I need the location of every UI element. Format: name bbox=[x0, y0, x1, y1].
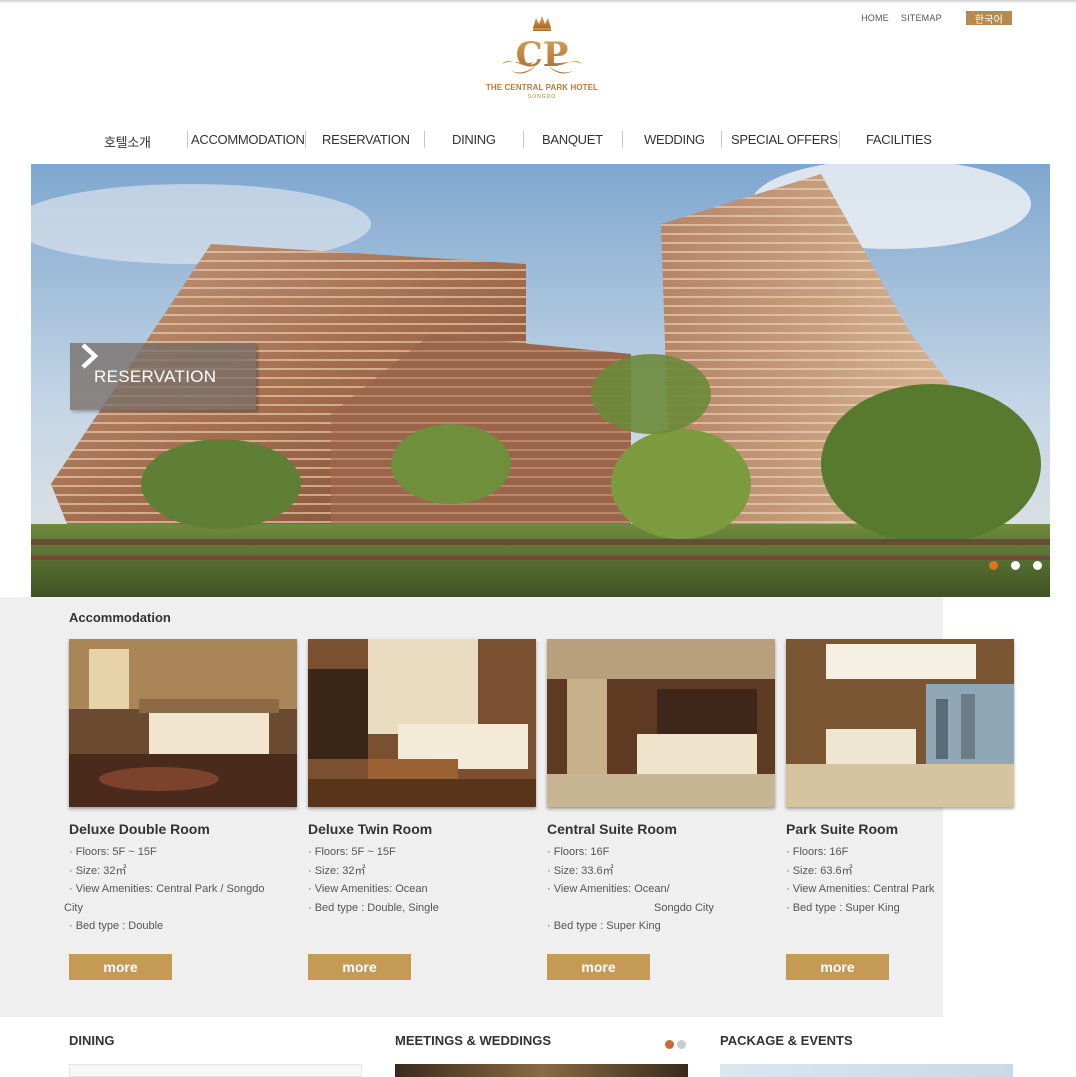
more-button[interactable]: more bbox=[786, 954, 889, 980]
home-link[interactable]: HOME bbox=[861, 13, 889, 23]
hotel-logo[interactable]: CP THE CENTRAL PARK HOTEL SONGDO bbox=[483, 14, 601, 110]
main-navigation: 호텔소개 ACCOMMODATION RESERVATION DINING BA… bbox=[80, 128, 950, 152]
spec-view: · View Amenities: Central Park / Songdo bbox=[69, 883, 265, 895]
spec-size: · Size: 63.6㎡ bbox=[786, 864, 853, 877]
room-name: Park Suite Room bbox=[786, 821, 899, 837]
spec-view: · View Amenities: Central Park bbox=[786, 883, 935, 895]
room-card-deluxe-double: Deluxe Double Room · Floors: 5F ~ 15F · … bbox=[64, 639, 297, 980]
spec-floors: · Floors: 5F ~ 15F bbox=[69, 846, 157, 858]
meetings-image[interactable] bbox=[395, 1064, 688, 1077]
meetings-dot-2[interactable] bbox=[677, 1040, 686, 1049]
spec-bed: · Bed type : Double bbox=[69, 920, 164, 932]
utility-nav: HOME SITEMAP 한국어 bbox=[849, 11, 1012, 26]
spec-floors: · Floors: 16F bbox=[547, 846, 610, 858]
package-events-title[interactable]: PACKAGE & EVENTS bbox=[720, 1033, 853, 1048]
chevron-right-icon bbox=[81, 343, 98, 369]
room-name: Central Suite Room bbox=[547, 821, 677, 837]
room-specs: · Floors: 16F · Size: 33.6㎡ · View Ameni… bbox=[547, 843, 775, 936]
dining-title[interactable]: DINING bbox=[69, 1033, 115, 1048]
nav-item-banquet[interactable]: BANQUET bbox=[542, 132, 603, 147]
nav-item-dining[interactable]: DINING bbox=[452, 132, 496, 147]
spec-view: · View Amenities: Ocean bbox=[308, 883, 428, 895]
nav-separator bbox=[839, 131, 840, 148]
slider-pagination bbox=[989, 561, 1042, 570]
nav-item-reservation[interactable]: RESERVATION bbox=[322, 132, 410, 147]
nav-separator bbox=[305, 131, 306, 148]
spec-bed: · Bed type : Super King bbox=[547, 920, 661, 932]
dining-image[interactable] bbox=[69, 1064, 362, 1077]
logo-location: SONGDO bbox=[527, 94, 557, 100]
nav-item-wedding[interactable]: WEDDING bbox=[644, 132, 705, 147]
meetings-dot-1[interactable] bbox=[665, 1040, 674, 1049]
nav-item-hotel-intro[interactable]: 호텔소개 bbox=[104, 132, 151, 151]
svg-text:CP: CP bbox=[516, 35, 569, 75]
spec-size: · Size: 32㎡ bbox=[69, 864, 127, 877]
room-card-deluxe-twin: Deluxe Twin Room · Floors: 5F ~ 15F · Si… bbox=[308, 639, 536, 980]
slider-dot-3[interactable] bbox=[1033, 561, 1042, 570]
nav-item-facilities[interactable]: FACILITIES bbox=[866, 132, 932, 147]
meetings-weddings-title[interactable]: MEETINGS & WEDDINGS bbox=[395, 1033, 551, 1048]
nav-separator bbox=[622, 131, 623, 148]
reservation-banner-button[interactable]: RESERVATION bbox=[70, 343, 256, 410]
spec-bed: · Bed type : Super King bbox=[786, 901, 900, 914]
logo-hotel-name: THE CENTRAL PARK HOTEL bbox=[485, 83, 599, 92]
top-rule bbox=[0, 0, 1076, 3]
package-image[interactable] bbox=[720, 1064, 1013, 1077]
room-photo[interactable] bbox=[786, 639, 1014, 807]
more-button[interactable]: more bbox=[308, 954, 411, 980]
more-button[interactable]: more bbox=[547, 954, 650, 980]
room-specs: · Floors: 5F ~ 15F · Size: 32㎡ · View Am… bbox=[308, 843, 536, 917]
slider-dot-1[interactable] bbox=[989, 561, 998, 570]
accommodation-title: Accommodation bbox=[69, 610, 171, 625]
language-button[interactable]: 한국어 bbox=[965, 11, 1012, 26]
spec-bed: · Bed type : Double, Single bbox=[308, 901, 439, 914]
nav-item-special-offers[interactable]: SPECIAL OFFERS bbox=[731, 132, 838, 147]
spec-size: · Size: 33.6㎡ bbox=[547, 864, 614, 877]
room-specs: · Floors: 5F ~ 15F · Size: 32㎡ · View Am… bbox=[64, 843, 297, 936]
meetings-slider-dots bbox=[665, 1040, 686, 1049]
more-button[interactable]: more bbox=[69, 954, 172, 980]
spec-view-cont: City bbox=[64, 901, 83, 914]
room-photo[interactable] bbox=[547, 639, 775, 807]
spec-view-cont: Songdo City bbox=[654, 901, 714, 914]
slider-dot-2[interactable] bbox=[1011, 561, 1020, 570]
spec-floors: · Floors: 16F bbox=[786, 846, 849, 858]
room-specs: · Floors: 16F · Size: 63.6㎡ · View Ameni… bbox=[786, 843, 1014, 917]
reservation-banner-label: RESERVATION bbox=[94, 366, 217, 386]
crown-monogram-icon: CP bbox=[502, 16, 582, 75]
room-name: Deluxe Twin Room bbox=[308, 821, 433, 837]
nav-separator bbox=[187, 131, 188, 148]
room-photo[interactable] bbox=[308, 639, 536, 807]
spec-size: · Size: 32㎡ bbox=[308, 864, 366, 877]
room-card-park-suite: Park Suite Room · Floors: 16F · Size: 63… bbox=[786, 639, 1014, 980]
hero-banner: RESERVATION bbox=[31, 164, 1050, 597]
room-name: Deluxe Double Room bbox=[69, 821, 210, 837]
room-photo[interactable] bbox=[69, 639, 297, 807]
spec-view: · View Amenities: Ocean/ bbox=[547, 883, 670, 895]
nav-separator bbox=[721, 131, 722, 148]
spec-floors: · Floors: 5F ~ 15F bbox=[308, 846, 396, 858]
sitemap-link[interactable]: SITEMAP bbox=[901, 13, 942, 23]
room-card-central-suite: Central Suite Room · Floors: 16F · Size:… bbox=[547, 639, 775, 980]
nav-item-accommodation[interactable]: ACCOMMODATION bbox=[191, 132, 305, 147]
nav-separator bbox=[523, 131, 524, 148]
nav-separator bbox=[424, 131, 425, 148]
